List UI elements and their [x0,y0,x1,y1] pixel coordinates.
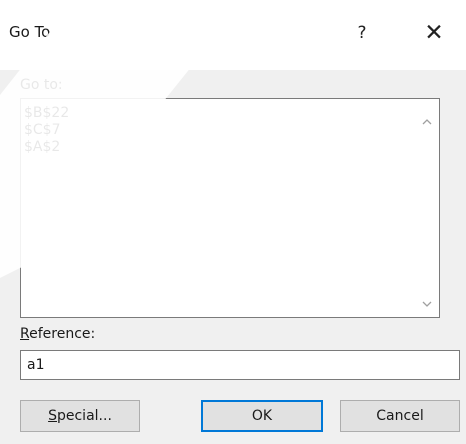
ok-button[interactable]: OK [201,400,323,432]
special-button[interactable]: Special... [20,400,140,432]
special-button-mnemonic: S [48,408,57,424]
go-to-label: Go to: [20,77,63,93]
reference-label-mnemonic: R [20,326,30,342]
cancel-button[interactable]: Cancel [340,400,460,432]
title-bar: Go To ? ✕ [0,0,466,70]
list-item[interactable]: $C$7 [24,122,61,139]
close-button[interactable]: ✕ [414,16,454,50]
help-button[interactable]: ? [345,16,379,50]
go-to-dialog: Go To ? ✕ Go to: $B$22 $C$7 $A$2 Referen… [0,0,466,444]
reference-label: Reference: [20,326,95,342]
chevron-up-icon[interactable] [421,113,433,125]
go-to-listbox[interactable]: $B$22 $C$7 $A$2 [20,98,440,318]
list-item[interactable]: $A$2 [24,139,60,156]
reference-label-rest: eference: [29,326,96,342]
reference-input[interactable] [20,350,460,380]
dialog-title: Go To [9,23,51,41]
special-button-rest: pecial... [56,408,112,424]
list-item[interactable]: $B$22 [24,105,69,122]
chevron-down-icon[interactable] [421,295,433,307]
